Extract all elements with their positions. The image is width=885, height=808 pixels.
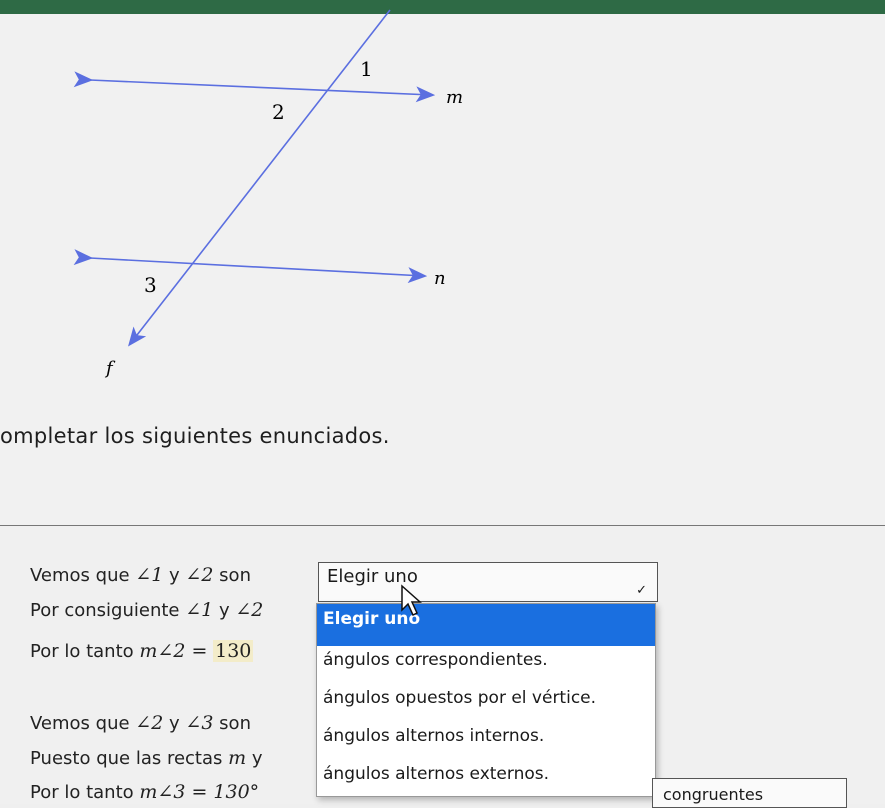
label-line-n: n xyxy=(434,268,446,289)
s4-angle3: ∠3 xyxy=(185,712,214,734)
label-line-m: m xyxy=(446,87,463,108)
label-angle-1: 1 xyxy=(360,57,373,81)
s2-angle2: ∠2 xyxy=(235,599,264,621)
s5-y: y xyxy=(251,748,263,769)
statement-6: Por lo tanto m∠3 = 130° xyxy=(30,781,259,803)
statement-1: Vemos que ∠1 y ∠2 son xyxy=(30,564,251,586)
s2-y: y xyxy=(218,600,230,621)
answer-select-bottom[interactable]: congruentes xyxy=(652,778,847,808)
mouse-cursor-icon xyxy=(401,584,422,617)
statement-4: Vemos que ∠2 y ∠3 son xyxy=(30,712,251,734)
answer-select-1[interactable]: Elegir uno ✓ xyxy=(318,562,658,602)
select-bottom-value: congruentes xyxy=(663,785,764,804)
dropdown-option-correspondientes[interactable]: ángulos correspondientes. xyxy=(317,650,655,670)
s1-son: son xyxy=(219,565,251,586)
s5-prefix: Puesto que las rectas xyxy=(30,748,223,769)
s4-y: y xyxy=(169,713,180,734)
dropdown-option-alternos-internos[interactable]: ángulos alternos internos. xyxy=(317,726,655,746)
chevron-down-icon: ✓ xyxy=(636,583,647,598)
s2-angle1: ∠1 xyxy=(185,599,214,621)
line-f xyxy=(128,9,391,347)
s6-expr: m∠3 = 130° xyxy=(139,781,260,803)
s1-angle1: ∠1 xyxy=(135,564,164,586)
statement-3: Por lo tanto m∠2 = 130 xyxy=(30,640,254,662)
dropdown-option-elegir-uno[interactable]: Elegir uno xyxy=(317,604,655,646)
line-m xyxy=(73,71,436,103)
s4-prefix: Vemos que xyxy=(30,713,130,734)
parallel-lines-figure: 1 2 3 m n f xyxy=(73,9,463,379)
statement-5: Puesto que las rectas m y xyxy=(30,747,263,769)
s3-value: 130 xyxy=(213,640,254,662)
s4-son: son xyxy=(219,713,251,734)
dropdown-option-opuestos-vertice[interactable]: ángulos opuestos por el vértice. xyxy=(317,688,655,708)
answer-dropdown-list: Elegir uno ángulos correspondientes. áng… xyxy=(316,603,656,797)
s3-expr: m∠2 = xyxy=(139,640,208,662)
s1-y: y xyxy=(169,565,180,586)
statement-2: Por consiguiente ∠1 y ∠2 xyxy=(30,599,263,621)
line-n xyxy=(73,249,428,284)
label-angle-3: 3 xyxy=(144,273,157,297)
instruction-text: ompletar los siguientes enunciados. xyxy=(0,424,390,448)
label-angle-2: 2 xyxy=(272,100,285,124)
s4-angle2: ∠2 xyxy=(135,712,164,734)
s2-prefix: Por consiguiente xyxy=(30,600,180,621)
s3-prefix: Por lo tanto xyxy=(30,641,134,662)
s1-prefix: Vemos que xyxy=(30,565,130,586)
dropdown-option-alternos-externos[interactable]: ángulos alternos externos. xyxy=(317,764,655,784)
label-line-f: f xyxy=(104,358,116,379)
s5-m: m xyxy=(228,747,247,769)
s6-prefix: Por lo tanto xyxy=(30,782,134,803)
s1-angle2: ∠2 xyxy=(185,564,214,586)
